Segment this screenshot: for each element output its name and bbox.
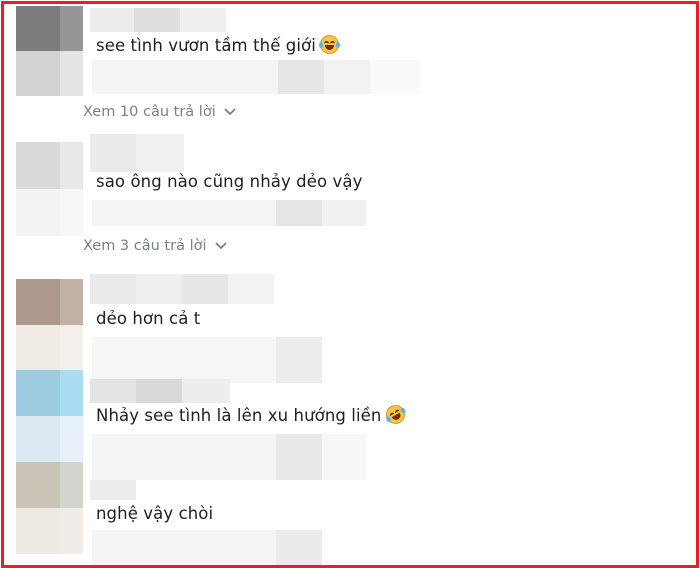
avatar-pixelated[interactable] bbox=[16, 462, 83, 554]
comment-body: sao ông nào cũng nhảy dẻo vậy bbox=[96, 172, 363, 191]
comment-text: Nhảy see tình là lên xu hướng liền bbox=[96, 401, 408, 428]
username-pixelated[interactable] bbox=[90, 480, 136, 500]
username-pixelated[interactable] bbox=[90, 379, 230, 403]
avatar-pixelated[interactable] bbox=[16, 6, 83, 96]
comment-actions-pixelated[interactable] bbox=[92, 530, 322, 565]
username-pixelated[interactable] bbox=[90, 274, 274, 304]
view-replies-label: Xem 10 câu trả lời bbox=[83, 104, 216, 120]
rolling-on-floor-laughing-icon bbox=[382, 401, 408, 428]
avatar-pixelated[interactable] bbox=[16, 142, 83, 236]
comment-actions-pixelated[interactable] bbox=[92, 60, 420, 94]
comment-text: dẻo hơn cả t bbox=[96, 309, 200, 328]
comment-actions-pixelated[interactable] bbox=[92, 200, 366, 226]
comment-thread-5: nghệ vậy chòi bbox=[4, 462, 696, 565]
chevron-down-icon bbox=[215, 242, 226, 249]
avatar-pixelated[interactable] bbox=[16, 370, 83, 462]
comment-body: nghệ vậy chòi bbox=[96, 504, 214, 523]
comment-body: see tình vươn tầm thế giới bbox=[96, 36, 316, 55]
comment-thread-2: sao ông nào cũng nhảy dẻo vậy bbox=[4, 130, 696, 240]
comment-text: see tình vươn tầm thế giới bbox=[96, 35, 340, 55]
chevron-down-icon bbox=[224, 108, 236, 115]
comment-thread-4: Nhảy see tình là lên xu hướng liền bbox=[4, 370, 696, 480]
username-pixelated[interactable] bbox=[90, 134, 184, 172]
view-replies-link-1[interactable]: Xem 10 câu trả lời bbox=[83, 104, 236, 120]
view-replies-link-2[interactable]: Xem 3 câu trả lời bbox=[83, 238, 227, 254]
face-with-tears-of-joy-icon bbox=[318, 35, 340, 54]
screenshot-frame: see tình vươn tầm thế giới Xem 10 câu tr… bbox=[1, 1, 699, 568]
view-replies-label: Xem 3 câu trả lời bbox=[83, 238, 207, 254]
comment-body: Nhảy see tình là lên xu hướng liền bbox=[96, 406, 382, 425]
avatar-pixelated[interactable] bbox=[16, 279, 83, 371]
username-pixelated[interactable] bbox=[90, 8, 226, 32]
comment-thread-3: dẻo hơn cả t bbox=[4, 274, 696, 383]
comment-text: nghệ vậy chòi bbox=[96, 504, 213, 523]
comment-text: sao ông nào cũng nhảy dẻo vậy bbox=[96, 172, 362, 191]
comment-body: dẻo hơn cả t bbox=[96, 309, 201, 328]
comment-thread-1: see tình vươn tầm thế giới bbox=[4, 4, 696, 104]
